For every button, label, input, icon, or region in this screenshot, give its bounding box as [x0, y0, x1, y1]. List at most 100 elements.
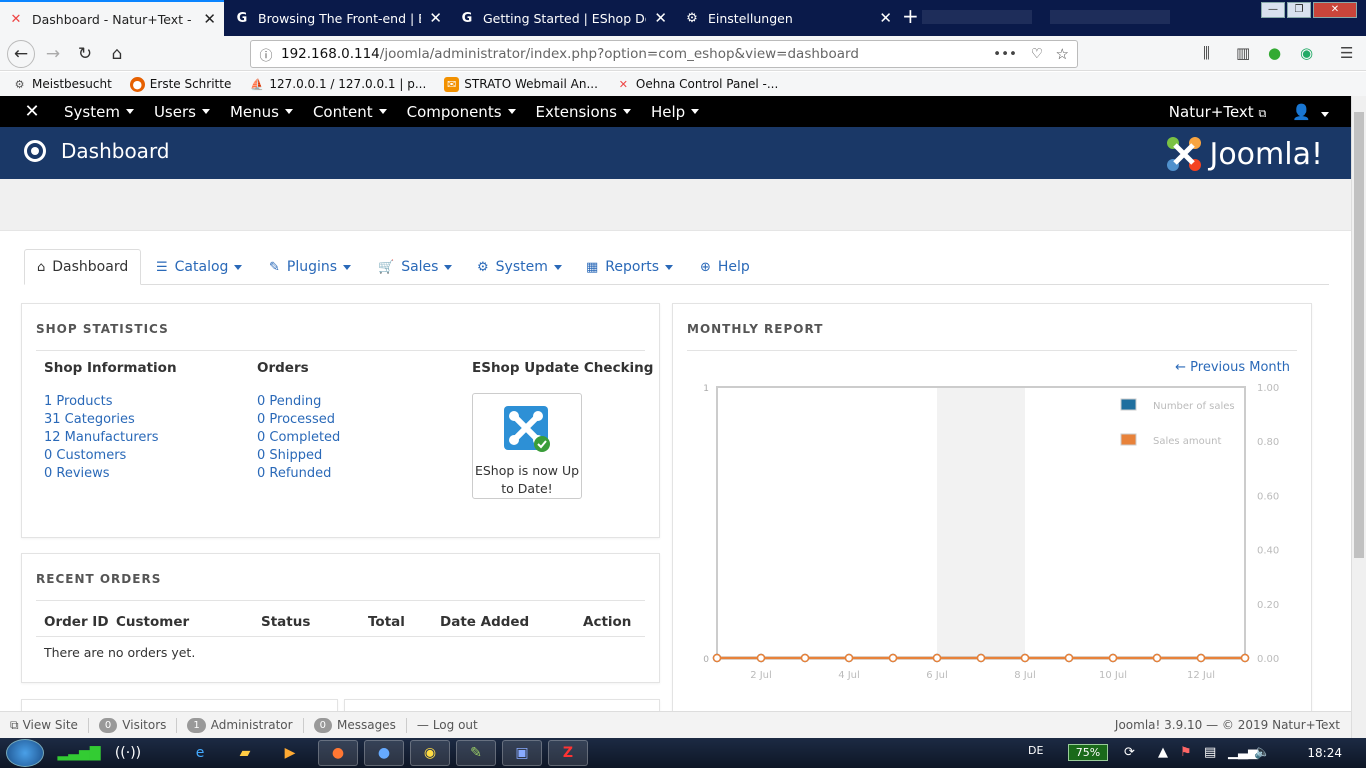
chrome-icon[interactable]: ◉ [410, 740, 450, 766]
flag-icon[interactable]: ⚑ [1180, 745, 1192, 760]
link-processed[interactable]: 0 Processed [257, 412, 335, 427]
maximize-icon[interactable]: ❐ [1287, 2, 1311, 18]
menu-help[interactable]: Help [651, 103, 700, 121]
network-meter-icon[interactable]: ▂▃▅▇ [54, 740, 104, 766]
link-shipped[interactable]: 0 Shipped [257, 448, 322, 463]
phpmyadmin-icon: ⛵ [250, 77, 264, 91]
home-icon[interactable]: ⌂ [104, 41, 130, 67]
view-site-link[interactable]: ⧉ View Site [10, 717, 89, 733]
eshop-nav-tabs: ⌂ Dashboard ☰ Catalog ✎ Plugins 🛒 Sales ⚙ Sys… [24, 249, 1329, 285]
data-point [1240, 653, 1250, 663]
logout-link[interactable]: — Log out [417, 718, 488, 732]
user-icon: 👤 [1292, 102, 1311, 121]
battery-indicator[interactable]: 75% [1068, 744, 1108, 761]
media-player-icon[interactable]: ▶ [270, 740, 310, 766]
page-scrollbar[interactable] [1351, 96, 1366, 738]
thunderbird-icon[interactable]: ● [364, 740, 404, 766]
link-products[interactable]: 1 Products [44, 394, 113, 409]
browser-tab-getting-started[interactable]: G Getting Started | EShop Docum ✕ [451, 0, 675, 36]
bookmark-strato[interactable]: ✉ STRATO Webmail An... [444, 76, 598, 92]
previous-month-link[interactable]: ← Previous Month [1175, 360, 1290, 375]
tray-arrow-icon[interactable]: ▲ [1158, 745, 1168, 760]
browser-tab-browsing[interactable]: G Browsing The Front-end | ESho ✕ [226, 0, 450, 36]
browser-tab-einstellungen[interactable]: ⚙ Einstellungen ✕ [676, 0, 900, 36]
menu-system[interactable]: System [64, 103, 134, 121]
tab-help[interactable]: ⊕ Help [700, 249, 750, 285]
bookmark-star-icon[interactable]: ☆ [1056, 45, 1069, 63]
sidebar-icon[interactable]: ▥ [1236, 44, 1250, 62]
close-icon[interactable]: ✕ [203, 10, 216, 28]
scrollbar-thumb[interactable] [1354, 112, 1364, 558]
gear-icon: ⚙ [477, 259, 489, 275]
new-tab-icon[interactable]: + [902, 6, 919, 26]
save-disk-icon[interactable]: ▣ [502, 740, 542, 766]
sync-icon[interactable]: ⟳ [1124, 745, 1135, 760]
menu-content[interactable]: Content [313, 103, 387, 121]
menu-icon[interactable]: ☰ [1340, 44, 1353, 62]
firefox-taskbar-icon[interactable]: ● [318, 740, 358, 766]
library-icon[interactable]: ⫼ [1203, 44, 1210, 62]
menu-users[interactable]: Users [154, 103, 210, 121]
windows-start-button[interactable] [6, 739, 44, 767]
explorer-folder-icon[interactable]: ▰ [225, 740, 265, 766]
url-path: /joomla/administrator/index.php?option=c… [379, 46, 859, 62]
site-link[interactable]: Natur+Text ⧉ [1169, 103, 1267, 121]
messages-status[interactable]: 0 Messages [313, 717, 407, 733]
joomla-logo-icon[interactable]: ✕ [0, 101, 64, 122]
device-icon[interactable]: ▤ [1204, 745, 1216, 760]
reload-icon[interactable]: ↻ [72, 41, 98, 67]
extension-icon[interactable]: ● [1268, 44, 1281, 62]
monthly-report-chart: 1 0 1.00 0.80 0.60 0.40 0.20 0.00 2 Jul 4 Jul 6 Ju… [703, 383, 1279, 681]
back-icon[interactable]: ← [7, 40, 35, 68]
x-tick-label: 8 Jul [1014, 670, 1036, 681]
minimize-icon[interactable]: — [1261, 2, 1285, 18]
volume-muted-icon[interactable]: 🔈 [1254, 745, 1270, 760]
link-reviews[interactable]: 0 Reviews [44, 466, 110, 481]
bookmark-meistbesucht[interactable]: ⚙ Meistbesucht [12, 77, 112, 92]
link-completed[interactable]: 0 Completed [257, 430, 340, 445]
pocket-icon[interactable]: ♡ [1031, 46, 1043, 62]
link-pending[interactable]: 0 Pending [257, 394, 321, 409]
internet-explorer-icon[interactable]: e [180, 740, 220, 766]
close-icon[interactable]: ✕ [879, 9, 892, 27]
account-icon[interactable]: ◉ [1300, 44, 1313, 62]
menu-label: Extensions [535, 102, 617, 121]
close-icon[interactable]: ✕ [654, 9, 667, 27]
user-menu[interactable]: 👤 [1292, 103, 1329, 121]
update-status-tile[interactable]: EShop is now Up to Date! [472, 393, 582, 499]
data-point [976, 653, 986, 663]
tab-catalog[interactable]: ☰ Catalog [156, 249, 243, 285]
menu-extensions[interactable]: Extensions [536, 103, 631, 121]
menu-components[interactable]: Components [407, 103, 516, 121]
tab-reports[interactable]: ▦ Reports [586, 249, 673, 285]
page-actions-icon[interactable]: ••• [993, 46, 1017, 62]
tab-dashboard[interactable]: ⌂ Dashboard [24, 249, 142, 285]
tab-sales[interactable]: 🛒 Sales [378, 249, 453, 285]
bookmark-oehna[interactable]: ✕ Oehna Control Panel -... [616, 77, 778, 92]
menu-menus[interactable]: Menus [230, 103, 293, 121]
column-header: Customer [116, 614, 190, 630]
administrator-status[interactable]: 1 Administrator [187, 717, 304, 733]
link-refunded[interactable]: 0 Refunded [257, 466, 331, 481]
forward-icon[interactable]: → [40, 41, 66, 67]
tab-system[interactable]: ⚙ System [477, 249, 562, 285]
notepad-icon[interactable]: ✎ [456, 740, 496, 766]
clock[interactable]: 18:24 [1307, 746, 1342, 760]
link-manufacturers[interactable]: 12 Manufacturers [44, 430, 159, 445]
status-footer: ⧉ View Site 0 Visitors 1 Administrator 0 Mes… [0, 711, 1351, 738]
bookmark-erste-schritte[interactable]: ● Erste Schritte [129, 76, 231, 92]
close-icon[interactable]: ✕ [429, 9, 442, 27]
url-bar[interactable]: ⓘ 192.168.0.114/joomla/administrator/ind… [250, 40, 1078, 68]
filezilla-icon[interactable]: Z [548, 740, 588, 766]
tab-plugins[interactable]: ✎ Plugins [269, 249, 352, 285]
tab-label: Sales [401, 259, 439, 275]
link-customers[interactable]: 0 Customers [44, 448, 126, 463]
visitors-status[interactable]: 0 Visitors [98, 717, 178, 733]
link-categories[interactable]: 31 Categories [44, 412, 135, 427]
window-close-icon[interactable]: ✕ [1313, 2, 1357, 18]
language-indicator[interactable]: DE [1028, 744, 1043, 757]
info-icon[interactable]: ⓘ [251, 45, 281, 64]
browser-tab-dashboard[interactable]: ✕ Dashboard - Natur+Text - Adm ✕ [0, 0, 224, 36]
wifi-icon[interactable]: ((·)) [108, 740, 148, 766]
bookmark-phpmyadmin[interactable]: ⛵ 127.0.0.1 / 127.0.0.1 | p... [249, 77, 426, 92]
